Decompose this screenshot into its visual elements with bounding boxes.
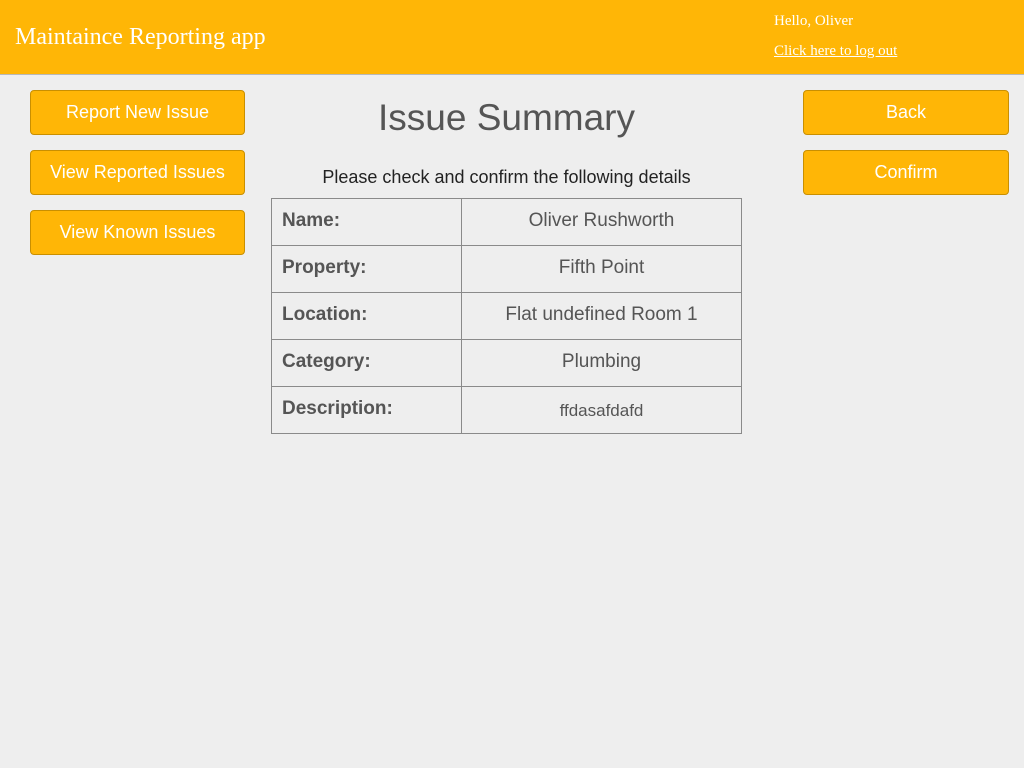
- category-label: Category:: [271, 339, 462, 387]
- location-value: Flat undefined Room 1: [461, 292, 742, 340]
- app-title: Maintaince Reporting app: [15, 24, 266, 50]
- issue-summary-table: Name: Oliver Rushworth Property: Fifth P…: [271, 198, 742, 434]
- name-label: Name:: [271, 198, 462, 246]
- view-reported-issues-button[interactable]: View Reported Issues: [30, 150, 245, 195]
- table-row: Name: Oliver Rushworth: [271, 198, 742, 246]
- table-row: Description: ffdasafdafd: [271, 386, 742, 434]
- location-label: Location:: [271, 292, 462, 340]
- table-row: Property: Fifth Point: [271, 245, 742, 293]
- property-label: Property:: [271, 245, 462, 293]
- description-value: ffdasafdafd: [461, 386, 742, 434]
- table-row: Location: Flat undefined Room 1: [271, 292, 742, 340]
- app-header: Maintaince Reporting app Hello, Oliver C…: [0, 0, 1024, 75]
- confirm-button[interactable]: Confirm: [803, 150, 1009, 195]
- back-button[interactable]: Back: [803, 90, 1009, 135]
- page-title: Issue Summary: [377, 97, 635, 138]
- instructions-text: Please check and confirm the following d…: [322, 167, 691, 187]
- name-value: Oliver Rushworth: [461, 198, 742, 246]
- category-value: Plumbing: [461, 339, 742, 387]
- report-new-issue-button[interactable]: Report New Issue: [30, 90, 245, 135]
- table-row: Category: Plumbing: [271, 339, 742, 387]
- property-value: Fifth Point: [461, 245, 742, 293]
- logout-link[interactable]: Click here to log out: [774, 42, 897, 60]
- user-greeting: Hello, Oliver: [774, 13, 854, 29]
- view-known-issues-button[interactable]: View Known Issues: [30, 210, 245, 255]
- description-label: Description:: [271, 386, 462, 434]
